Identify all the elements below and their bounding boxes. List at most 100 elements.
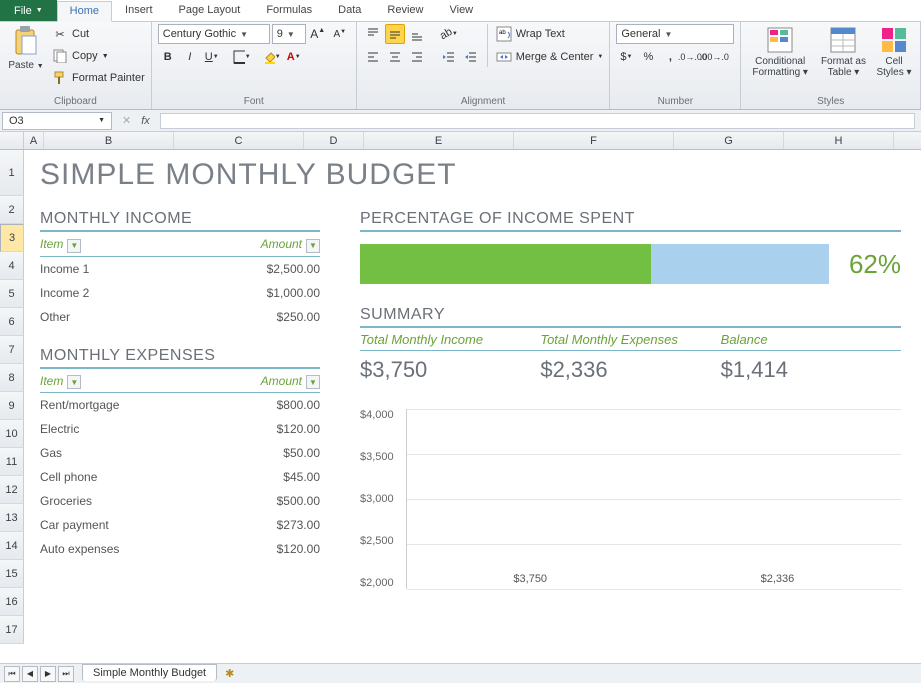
tab-insert[interactable]: Insert (112, 0, 166, 21)
sheet-nav-first[interactable]: ⏮ (4, 666, 20, 682)
sheet-nav-prev[interactable]: ◀ (22, 666, 38, 682)
row-header[interactable]: 8 (0, 364, 24, 392)
table-row[interactable]: Income 2$1,000.00 (40, 281, 320, 305)
row-header[interactable]: 5 (0, 280, 24, 308)
orientation-button[interactable]: ab▼ (439, 24, 459, 44)
select-all-corner[interactable] (0, 132, 24, 149)
sheet-nav-next[interactable]: ▶ (40, 666, 56, 682)
row-header[interactable]: 11 (0, 448, 24, 476)
border-button[interactable]: ▼ (232, 47, 252, 67)
col-header[interactable]: B (44, 132, 174, 149)
sheet-nav-last[interactable]: ⏭ (58, 666, 74, 682)
table-row[interactable]: Cell phone$45.00 (40, 465, 320, 489)
summary-chart: $4,000$3,500$3,000$2,500$2,000 $3,750$2,… (360, 409, 901, 589)
table-row[interactable]: Auto expenses$120.00 (40, 537, 320, 561)
align-middle-button[interactable] (385, 24, 405, 44)
font-size-select[interactable]: 9▼ (272, 24, 306, 44)
align-right-button[interactable] (407, 47, 427, 67)
row-header[interactable]: 12 (0, 476, 24, 504)
row-header[interactable]: 4 (0, 252, 24, 280)
align-center-button[interactable] (385, 47, 405, 67)
decrease-indent-button[interactable] (439, 47, 459, 67)
col-header[interactable]: A (24, 132, 44, 149)
col-header[interactable]: E (364, 132, 514, 149)
tab-home[interactable]: Home (57, 1, 112, 22)
increase-font-button[interactable]: A▲ (308, 24, 328, 44)
filter-button[interactable]: ▼ (67, 375, 81, 389)
paste-button[interactable]: Paste ▼ (6, 24, 46, 73)
table-row[interactable]: Groceries$500.00 (40, 489, 320, 513)
tab-data[interactable]: Data (325, 0, 374, 21)
wrap-text-button[interactable]: abWrap Text (496, 24, 604, 44)
row-header[interactable]: 13 (0, 504, 24, 532)
cut-button[interactable]: ✂Cut (52, 24, 145, 44)
format-as-table-button[interactable]: Format as Table ▾ (819, 24, 868, 80)
formula-input[interactable] (160, 113, 915, 129)
row-header[interactable]: 17 (0, 616, 24, 644)
tab-formulas[interactable]: Formulas (253, 0, 325, 21)
row-header[interactable]: 16 (0, 588, 24, 616)
increase-indent-button[interactable] (461, 47, 481, 67)
align-left-button[interactable] (363, 47, 383, 67)
underline-icon: U (205, 51, 213, 63)
table-row[interactable]: Car payment$273.00 (40, 513, 320, 537)
fill-color-button[interactable]: ▼ (262, 47, 282, 67)
row-header[interactable]: 10 (0, 420, 24, 448)
col-header[interactable]: G (674, 132, 784, 149)
orientation-icon: ab (437, 26, 454, 43)
decrease-font-button[interactable]: A▼ (330, 24, 350, 44)
row-header[interactable]: 1 (0, 150, 24, 196)
sheet-tab[interactable]: Simple Monthly Budget (82, 664, 217, 681)
row-header[interactable]: 2 (0, 196, 24, 224)
row-header[interactable]: 14 (0, 532, 24, 560)
table-row[interactable]: Electric$120.00 (40, 417, 320, 441)
number-format-select[interactable]: General▼ (616, 24, 734, 44)
chart-bar: $3,750 (431, 573, 629, 589)
decrease-decimal-button[interactable]: .00→.0 (704, 47, 724, 67)
align-bottom-button[interactable] (407, 24, 427, 44)
merge-center-button[interactable]: Merge & Center ▼ (496, 47, 604, 67)
group-alignment: ab▼ abWrap Text Merge & Center ▼ Alignme… (357, 22, 611, 109)
group-label: Clipboard (6, 95, 145, 109)
filter-button[interactable]: ▼ (67, 239, 81, 253)
italic-button[interactable]: I (180, 47, 200, 67)
row-header[interactable]: 3 (0, 224, 24, 252)
cell-styles-button[interactable]: Cell Styles ▾ (874, 24, 914, 80)
group-number: General▼ $▼ % , .0→.00 .00→.0 Number (610, 22, 741, 109)
tab-view[interactable]: View (436, 0, 486, 21)
new-sheet-button[interactable]: ✱ (225, 667, 234, 680)
file-tab[interactable]: File▼ (0, 0, 57, 21)
copy-button[interactable]: Copy ▼ (52, 46, 145, 66)
fx-label[interactable]: fx (141, 115, 150, 127)
filter-button[interactable]: ▼ (306, 239, 320, 253)
percent-button[interactable]: % (638, 47, 658, 67)
align-top-button[interactable] (363, 24, 383, 44)
conditional-formatting-button[interactable]: Conditional Formatting ▾ (747, 24, 813, 80)
cancel-icon[interactable]: ✕ (122, 114, 131, 127)
currency-button[interactable]: $▼ (616, 47, 636, 67)
col-header[interactable]: H (784, 132, 894, 149)
table-row[interactable]: Income 1$2,500.00 (40, 257, 320, 281)
col-header[interactable]: D (304, 132, 364, 149)
row-header[interactable]: 15 (0, 560, 24, 588)
table-row[interactable]: Rent/mortgage$800.00 (40, 393, 320, 417)
font-color-button[interactable]: A▼ (284, 47, 304, 67)
font-family-select[interactable]: Century Gothic▼ (158, 24, 270, 44)
sheet-tab-bar: ⏮ ◀ ▶ ⏭ Simple Monthly Budget ✱ (0, 663, 921, 683)
table-row[interactable]: Other$250.00 (40, 305, 320, 329)
bold-button[interactable]: B (158, 47, 178, 67)
name-box[interactable]: O3▼ (2, 112, 112, 130)
row-header[interactable]: 6 (0, 308, 24, 336)
row-header[interactable]: 7 (0, 336, 24, 364)
tab-review[interactable]: Review (374, 0, 436, 21)
table-row[interactable]: Gas$50.00 (40, 441, 320, 465)
ribbon: Paste ▼ ✂Cut Copy ▼ Format Painter Clipb… (0, 22, 921, 110)
filter-button[interactable]: ▼ (306, 375, 320, 389)
col-header[interactable]: F (514, 132, 674, 149)
tab-page-layout[interactable]: Page Layout (166, 0, 254, 21)
format-painter-button[interactable]: Format Painter (52, 68, 145, 88)
col-header[interactable]: C (174, 132, 304, 149)
underline-button[interactable]: U▼ (202, 47, 222, 67)
row-header[interactable]: 9 (0, 392, 24, 420)
formula-bar: O3▼ ✕ fx (0, 110, 921, 132)
